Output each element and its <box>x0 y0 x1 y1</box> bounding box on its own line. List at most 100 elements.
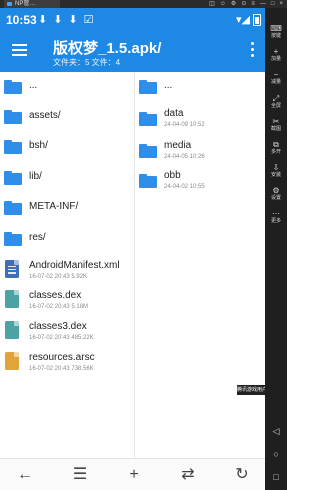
folder-icon <box>4 140 22 154</box>
settings-icon[interactable]: ⚙ <box>231 0 236 8</box>
list-item-bsh[interactable]: bsh/ <box>0 132 134 162</box>
add-icon[interactable]: + <box>124 465 144 485</box>
screen: NP管… ◫ ☺ ⚙ ⊙ ≡ — □ × 10:53 ⬇⬇⬇☑ ▾◢ 版权梦_1… <box>0 0 287 490</box>
emulator-window-controls: ◫ ☺ ⚙ ⊙ ≡ — □ × <box>209 0 283 8</box>
item-name: assets/ <box>29 110 61 121</box>
side-label: 加量 <box>270 56 281 62</box>
fullscreen-button[interactable]: ⤢ 全屏 <box>265 94 287 110</box>
item-name: ... <box>164 80 173 91</box>
install-button[interactable]: ⇩ 安装 <box>265 163 287 179</box>
bottom-action-bar: ← ☰ + ⇄ ↻ <box>0 458 265 490</box>
status-time: 10:53 <box>6 13 37 27</box>
multi-instance-button[interactable]: ⧉ 多开 <box>265 140 287 156</box>
volume-down-button[interactable]: − 减量 <box>265 70 287 86</box>
hamburger-menu-icon[interactable] <box>12 44 27 56</box>
list-item-media[interactable]: media 24-04-05 10:26 <box>135 136 265 166</box>
item-meta: 24-04-09 10:52 <box>164 122 205 128</box>
account-icon[interactable]: ☺ <box>220 0 226 8</box>
side-label: 更多 <box>270 218 281 224</box>
minimize-icon[interactable]: — <box>260 0 266 8</box>
fullscreen-icon: ⤢ <box>272 94 280 103</box>
settings-button[interactable]: ⚙ 设置 <box>265 186 287 202</box>
app-tab-icon <box>7 2 12 6</box>
folder-icon <box>139 144 157 158</box>
item-name: media <box>164 140 192 151</box>
item-name: bsh/ <box>29 140 48 151</box>
right-file-pane: ... data 24-04-09 10:52 media 24-04-05 1… <box>134 72 265 458</box>
gear-icon: ⚙ <box>272 186 280 195</box>
folder-icon <box>4 80 22 94</box>
more-icon: ⋯ <box>272 209 280 218</box>
dex-file-icon <box>5 290 19 308</box>
multi-instance-icon: ⧉ <box>273 140 279 149</box>
refresh-icon[interactable]: ↻ <box>232 465 252 485</box>
list-item-androidmanifest[interactable]: AndroidManifest.xml 16-07-02 20:43 5.92K <box>0 255 134 285</box>
keyboard-icon: ⌨ <box>270 24 282 33</box>
side-label: 全屏 <box>270 103 281 109</box>
emulator-tab-title: NP管… <box>15 1 36 7</box>
multi-window-icon[interactable]: ◫ <box>209 0 215 8</box>
keymap-button[interactable]: ⌨ 按键 <box>265 24 287 40</box>
back-arrow-icon[interactable]: ← <box>15 465 35 485</box>
item-meta: 16-07-02 20:43 5.18M <box>29 304 89 310</box>
list-item-assets[interactable]: assets/ <box>0 102 134 132</box>
volume-up-icon: + <box>273 47 279 56</box>
swap-panes-icon[interactable]: ⇄ <box>178 465 198 485</box>
wifi-signal-icon: ▾◢ <box>236 14 250 26</box>
list-item-classes3-dex[interactable]: classes3.dex 16-07-02 20:43 485.22K <box>0 316 134 346</box>
list-item-resources-arsc[interactable]: resources.arsc 16-07-02 20:43 738.56K <box>0 347 134 377</box>
nav-home-icon[interactable]: ○ <box>265 449 287 459</box>
item-name: lib/ <box>29 171 42 182</box>
list-item-obb[interactable]: obb 24-04-02 10:55 <box>135 168 265 198</box>
toolbar-title: 版权梦_1.5.apk/ <box>53 40 162 57</box>
screenshot-button[interactable]: ✂ 截图 <box>265 117 287 133</box>
item-name: ... <box>29 80 38 91</box>
list-item-res[interactable]: res/ <box>0 224 134 254</box>
emulator-tab[interactable]: NP管… <box>4 0 60 8</box>
more-options-icon[interactable] <box>251 42 255 60</box>
volume-up-button[interactable]: + 加量 <box>265 47 287 63</box>
volume-down-icon: − <box>273 70 279 79</box>
side-label: 截图 <box>270 126 281 132</box>
record-icon[interactable]: ⊙ <box>241 0 246 8</box>
item-meta: 16-07-02 20:43 5.92K <box>29 274 88 280</box>
emulator-side-toolbar: ⌨ 按键 + 加量 − 减量 ⤢ 全屏 ✂ 截图 ⧉ 多开 ⇩ 安装 ⚙ 设置 <box>265 8 287 490</box>
battery-icon <box>253 13 261 26</box>
side-label: 减量 <box>270 79 281 85</box>
list-item-data[interactable]: data 24-04-09 10:52 <box>135 104 265 134</box>
list-item-parent[interactable]: ... <box>0 72 134 102</box>
download-notification-icons: ⬇⬇⬇☑ <box>38 14 100 26</box>
item-meta: 24-04-05 10:26 <box>164 154 205 160</box>
arsc-file-icon <box>5 352 19 370</box>
list-item-meta-inf[interactable]: META-INF/ <box>0 193 134 223</box>
nav-back-icon[interactable]: ◁ <box>265 426 287 437</box>
nav-recent-icon[interactable]: □ <box>265 472 287 482</box>
folder-icon <box>139 80 157 94</box>
list-view-icon[interactable]: ☰ <box>70 465 90 485</box>
app-toolbar: 版权梦_1.5.apk/ 文件夹：5 文件：4 <box>0 32 265 72</box>
dex-file-icon <box>5 321 19 339</box>
item-name: data <box>164 108 184 119</box>
list-item-parent[interactable]: ... <box>135 72 265 102</box>
item-name: res/ <box>29 232 46 243</box>
maximize-icon[interactable]: □ <box>271 0 275 8</box>
more-button[interactable]: ⋯ 更多 <box>265 209 287 225</box>
item-meta: 16-07-02 20:43 485.22K <box>29 335 94 341</box>
list-item-lib[interactable]: lib/ <box>0 163 134 193</box>
folder-icon <box>139 112 157 126</box>
status-bar: 10:53 ⬇⬇⬇☑ ▾◢ <box>0 8 265 32</box>
toolbar-subtitle: 文件夹：5 文件：4 <box>53 58 121 67</box>
left-file-pane: ... assets/ bsh/ lib/ META-INF/ res/ And… <box>0 72 134 458</box>
item-name: classes3.dex <box>29 321 87 332</box>
item-meta: 24-04-02 10:55 <box>164 184 205 190</box>
close-icon[interactable]: × <box>279 0 283 8</box>
side-label: 安装 <box>270 172 281 178</box>
list-item-classes-dex[interactable]: classes.dex 16-07-02 20:43 5.18M <box>0 285 134 315</box>
folder-icon <box>139 174 157 188</box>
status-right-icons: ▾◢ <box>236 13 261 26</box>
install-icon: ⇩ <box>272 163 280 172</box>
xml-file-icon <box>5 260 19 278</box>
item-name: META-INF/ <box>29 201 79 212</box>
menu-icon[interactable]: ≡ <box>251 0 255 8</box>
folder-icon <box>4 201 22 215</box>
